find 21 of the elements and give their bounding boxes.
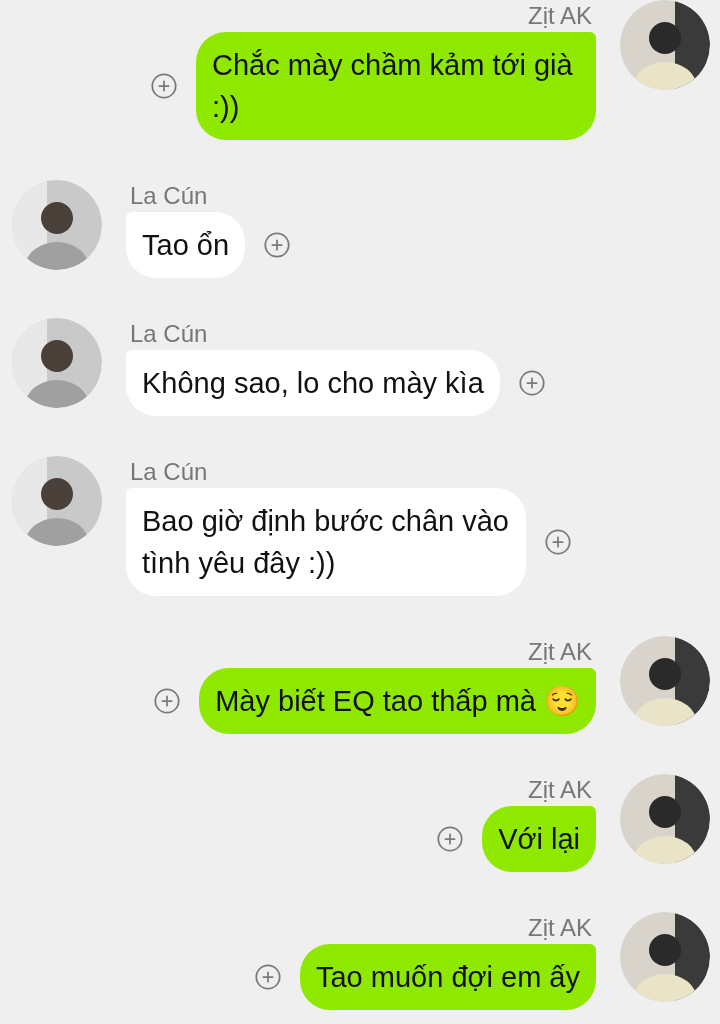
add-icon[interactable] (517, 369, 546, 397)
sender-name: Zịt AK (526, 1, 593, 31)
message-bubble: Tao muốn đợi em ấy (299, 944, 596, 1010)
message-bubble: Với lại (482, 806, 596, 872)
sender-name: La Cún (129, 181, 209, 211)
sender-name: La Cún (129, 457, 209, 487)
message-bubble: Tao ổn (126, 212, 246, 278)
add-icon[interactable] (253, 963, 282, 991)
sender-name: Zịt AK (526, 913, 593, 943)
add-icon[interactable] (436, 825, 465, 853)
message-bubble: Không sao, lo cho mày kìa (126, 350, 500, 416)
add-icon[interactable] (153, 687, 182, 715)
add-icon[interactable] (263, 231, 292, 259)
message-bubble: Bao giờ định bước chân vào tình yêu đây :)) (126, 488, 526, 596)
add-icon[interactable] (150, 72, 178, 100)
sender-name: La Cún (129, 319, 209, 349)
sender-name: Zịt AK (526, 637, 593, 667)
message-bubble: Chắc mày chầm kảm tới già :)) (196, 32, 596, 140)
sender-name: Zịt AK (526, 775, 593, 805)
message-bubble: Mày biết EQ tao thấp mà 😌 (199, 668, 596, 734)
add-icon[interactable] (544, 528, 572, 556)
